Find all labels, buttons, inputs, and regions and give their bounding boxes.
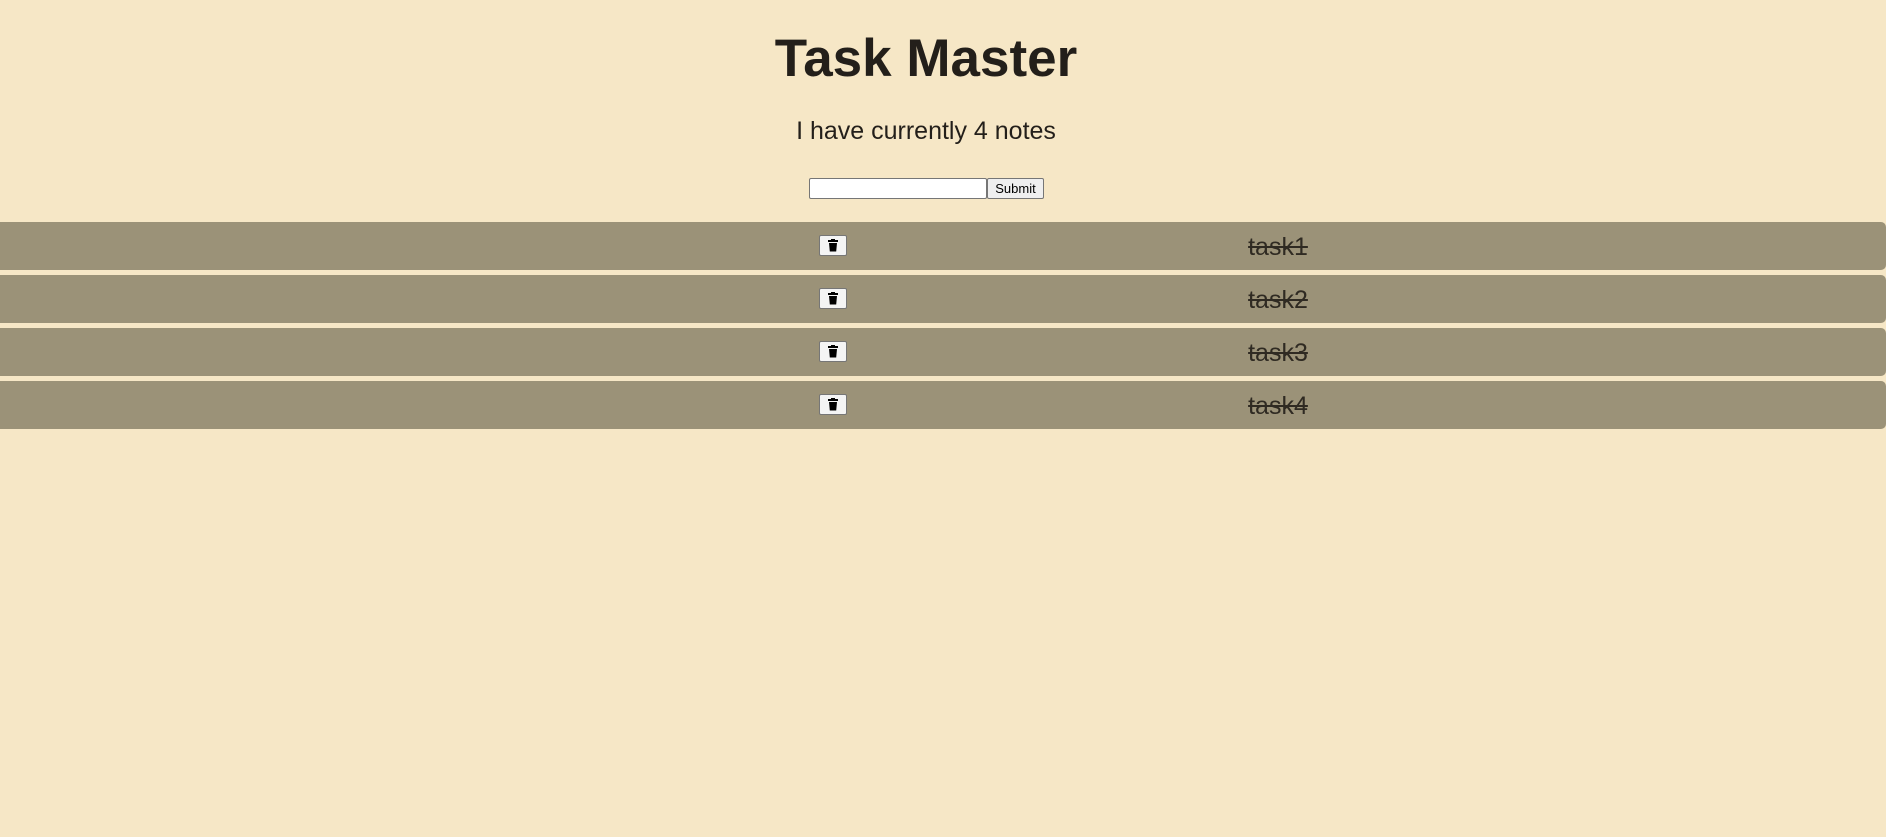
task-list: task1 task2 task3 task4 bbox=[0, 222, 1886, 434]
task-label[interactable]: task3 bbox=[1200, 338, 1356, 368]
task-row: task3 bbox=[0, 328, 1886, 376]
task-row: task1 bbox=[0, 222, 1886, 270]
trash-icon bbox=[827, 345, 839, 358]
delete-task-button[interactable] bbox=[819, 394, 847, 415]
task-input[interactable] bbox=[809, 177, 987, 199]
task-form: Submit bbox=[809, 177, 1044, 199]
task-row: task4 bbox=[0, 381, 1886, 429]
task-row: task2 bbox=[0, 275, 1886, 323]
delete-task-button[interactable] bbox=[819, 341, 847, 362]
submit-button[interactable]: Submit bbox=[987, 177, 1044, 199]
page-title: Task Master bbox=[774, 29, 1078, 88]
trash-icon bbox=[827, 292, 839, 305]
task-label[interactable]: task2 bbox=[1200, 285, 1356, 315]
task-label[interactable]: task4 bbox=[1200, 391, 1356, 421]
note-count-status: I have currently 4 notes bbox=[796, 117, 1056, 145]
task-label[interactable]: task1 bbox=[1200, 232, 1356, 262]
trash-icon bbox=[827, 239, 839, 252]
delete-task-button[interactable] bbox=[819, 235, 847, 256]
trash-icon bbox=[827, 398, 839, 411]
delete-task-button[interactable] bbox=[819, 288, 847, 309]
